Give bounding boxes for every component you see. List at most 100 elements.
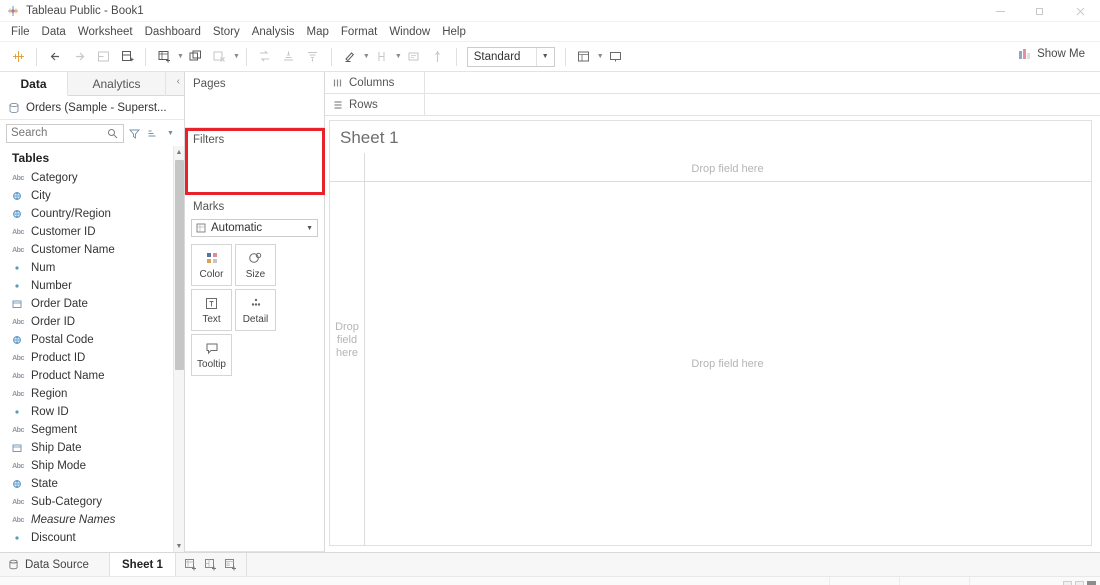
sort-ascending-icon[interactable] xyxy=(277,45,301,69)
field-item[interactable]: Discount xyxy=(12,529,184,547)
field-item[interactable]: Row ID xyxy=(12,403,184,421)
marks-size-button[interactable]: Size xyxy=(235,244,276,286)
field-item[interactable]: City xyxy=(12,187,184,205)
sheet-tab-sheet-1[interactable]: Sheet 1 xyxy=(110,553,176,576)
columns-shelf[interactable]: Columns xyxy=(325,72,1100,94)
minimize-button[interactable] xyxy=(980,0,1020,22)
mark-type-dropdown[interactable]: Automatic ▼ xyxy=(191,219,318,237)
presentation-mode-icon[interactable] xyxy=(604,45,628,69)
highlighter-icon[interactable] xyxy=(338,45,362,69)
menu-help[interactable]: Help xyxy=(436,24,472,40)
restore-button[interactable] xyxy=(1020,0,1060,22)
drop-field-here-center[interactable]: Drop field here xyxy=(364,182,1091,545)
group-members-icon[interactable] xyxy=(370,45,394,69)
sort-fields-icon[interactable] xyxy=(145,128,160,139)
search-icon[interactable] xyxy=(106,128,119,139)
menu-format[interactable]: Format xyxy=(335,24,383,40)
chevron-down-icon[interactable]: ▼ xyxy=(395,53,402,60)
chevron-down-icon[interactable]: ▼ xyxy=(363,53,370,60)
field-item[interactable]: Abc Customer ID xyxy=(12,223,184,241)
show-mark-labels-icon[interactable] xyxy=(402,45,426,69)
new-story-icon[interactable] xyxy=(222,556,240,574)
chevron-down-icon[interactable]: ▼ xyxy=(163,130,178,137)
sort-descending-icon[interactable] xyxy=(301,45,325,69)
menu-file[interactable]: File xyxy=(5,24,36,40)
field-item[interactable]: Abc Category xyxy=(12,169,184,187)
search-input-wrap[interactable] xyxy=(6,123,124,143)
clear-sheet-icon[interactable] xyxy=(208,45,232,69)
chevron-left-icon[interactable]: ‹ xyxy=(177,76,180,87)
columns-count-icon[interactable] xyxy=(1087,580,1096,585)
menu-window[interactable]: Window xyxy=(383,24,436,40)
columns-drop-zone[interactable] xyxy=(425,72,1100,93)
field-item[interactable]: Abc Customer Name xyxy=(12,241,184,259)
tab-data[interactable]: Data xyxy=(0,72,68,96)
tableau-home-icon[interactable] xyxy=(6,45,30,69)
pages-shelf[interactable]: Pages xyxy=(185,72,324,128)
field-item[interactable]: Number xyxy=(12,277,184,295)
sheet-title[interactable]: Sheet 1 xyxy=(340,128,399,148)
tab-analytics[interactable]: Analytics xyxy=(68,72,166,96)
field-item[interactable]: Abc Segment xyxy=(12,421,184,439)
field-item[interactable]: Order Date xyxy=(12,295,184,313)
new-worksheet-icon[interactable] xyxy=(152,45,176,69)
group-members-dropdown[interactable]: ▼ xyxy=(370,45,402,69)
field-item[interactable]: Ship Date xyxy=(12,439,184,457)
filter-funnel-icon[interactable] xyxy=(127,128,142,139)
field-item[interactable]: Abc Product Name xyxy=(12,367,184,385)
chevron-down-icon[interactable]: ▼ xyxy=(535,47,554,66)
drop-field-here-top[interactable]: Drop field here xyxy=(364,159,1091,179)
rows-drop-zone[interactable] xyxy=(425,94,1100,115)
chevron-down-icon[interactable]: ▼ xyxy=(174,540,184,552)
search-input[interactable] xyxy=(11,127,106,139)
show-cards-dropdown[interactable]: ▼ xyxy=(572,45,604,69)
filters-shelf[interactable]: Filters xyxy=(185,128,325,195)
menu-dashboard[interactable]: Dashboard xyxy=(139,24,207,40)
chevron-down-icon[interactable]: ▼ xyxy=(597,53,604,60)
drop-field-here-left[interactable]: Drop field here xyxy=(330,321,364,360)
view-canvas[interactable]: Sheet 1 Drop field here Drop field here … xyxy=(329,120,1092,546)
chevron-down-icon[interactable]: ▼ xyxy=(306,225,313,232)
fit-select[interactable]: Standard ▼ xyxy=(466,46,555,67)
field-item[interactable]: State xyxy=(12,475,184,493)
field-item[interactable]: Num xyxy=(12,259,184,277)
menu-worksheet[interactable]: Worksheet xyxy=(72,24,139,40)
scrollbar-thumb[interactable] xyxy=(175,160,184,370)
chevron-down-icon[interactable]: ▼ xyxy=(233,53,240,60)
close-button[interactable] xyxy=(1060,0,1100,22)
menu-analysis[interactable]: Analysis xyxy=(246,24,301,40)
field-item[interactable]: Abc Region xyxy=(12,385,184,403)
show-me-button[interactable]: Show Me xyxy=(1014,46,1090,62)
swap-rows-columns-icon[interactable] xyxy=(253,45,277,69)
marks-detail-button[interactable]: Detail xyxy=(235,289,276,331)
show-cards-icon[interactable] xyxy=(572,45,596,69)
clear-sheet-dropdown[interactable]: ▼ xyxy=(208,45,240,69)
redo-arrow-icon[interactable] xyxy=(67,45,91,69)
marks-text-button[interactable]: Text xyxy=(191,289,232,331)
field-item[interactable]: Country/Region xyxy=(12,205,184,223)
rows-shelf[interactable]: Rows xyxy=(325,94,1100,116)
marks-count-icon[interactable] xyxy=(1063,580,1072,585)
new-worksheet-dropdown[interactable]: ▼ xyxy=(152,45,184,69)
field-item[interactable]: Abc Measure Names xyxy=(12,511,184,529)
field-item[interactable]: Postal Code xyxy=(12,331,184,349)
chevron-up-icon[interactable]: ▲ xyxy=(174,146,184,158)
fix-axes-icon[interactable] xyxy=(426,45,450,69)
marks-color-button[interactable]: Color xyxy=(191,244,232,286)
new-data-source-icon[interactable] xyxy=(115,45,139,69)
rows-count-icon[interactable] xyxy=(1075,580,1084,585)
menu-map[interactable]: Map xyxy=(301,24,335,40)
menu-story[interactable]: Story xyxy=(207,24,246,40)
undo-arrow-icon[interactable] xyxy=(43,45,67,69)
save-icon[interactable] xyxy=(91,45,115,69)
menu-data[interactable]: Data xyxy=(36,24,72,40)
field-item[interactable]: Abc Order ID xyxy=(12,313,184,331)
data-source-tab[interactable]: Data Source xyxy=(0,553,110,576)
new-dashboard-icon[interactable] xyxy=(202,556,220,574)
duplicate-sheet-icon[interactable] xyxy=(184,45,208,69)
field-item[interactable]: Abc Ship Mode xyxy=(12,457,184,475)
chevron-down-icon[interactable]: ▼ xyxy=(177,53,184,60)
highlighter-dropdown[interactable]: ▼ xyxy=(338,45,370,69)
field-item[interactable]: Abc Sub-Category xyxy=(12,493,184,511)
new-worksheet-icon[interactable] xyxy=(182,556,200,574)
